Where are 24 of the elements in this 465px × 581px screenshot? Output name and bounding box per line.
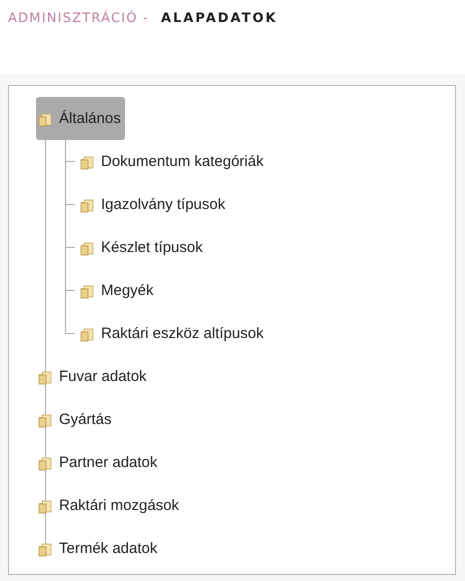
folder-icon: [38, 498, 54, 514]
tree-item[interactable]: Dokumentum kategóriák: [78, 140, 268, 183]
tree-item[interactable]: Megyék: [78, 269, 158, 312]
folder-icon: [38, 540, 54, 556]
folder-icon: [80, 326, 96, 342]
breadcrumb-section: ADMINISZTRÁCIÓ -: [8, 11, 149, 26]
tree-item[interactable]: Készlet típusok: [78, 226, 207, 269]
folder-icon: [38, 110, 54, 126]
folder-icon: [38, 368, 54, 384]
tree-item[interactable]: Fuvar adatok: [36, 355, 151, 398]
page-title: ALAPADATOK: [160, 11, 278, 26]
tree-item[interactable]: Partner adatok: [36, 441, 162, 484]
folder-icon: [38, 454, 54, 470]
folder-icon: [80, 196, 96, 212]
folder-icon: [80, 282, 96, 298]
folder-icon: [80, 154, 96, 170]
folder-icon: [80, 240, 96, 256]
tree-item[interactable]: Termék adatok: [36, 527, 162, 570]
tree-item[interactable]: Igazolvány típusok: [78, 183, 230, 226]
tree-item[interactable]: Raktári mozgások: [36, 484, 184, 527]
tree-item[interactable]: Gyártás: [36, 398, 116, 441]
folder-icon: [38, 412, 54, 428]
tree-item[interactable]: Általános: [36, 97, 125, 140]
tree-item[interactable]: Raktári eszköz altípusok: [78, 312, 268, 355]
